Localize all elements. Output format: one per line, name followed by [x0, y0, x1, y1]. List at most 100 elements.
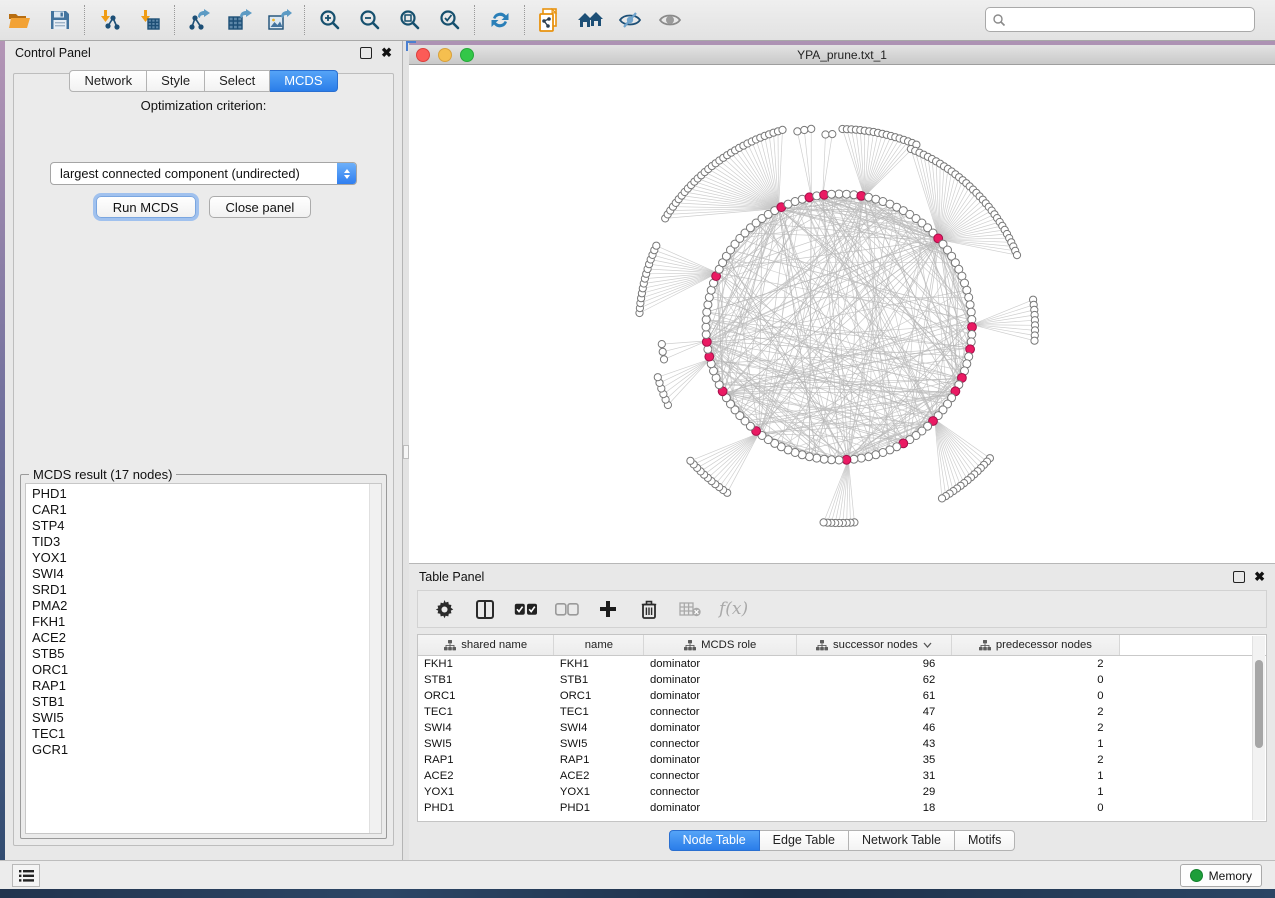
cell-successor_nodes[interactable]: 18: [796, 800, 951, 816]
cell-successor_nodes[interactable]: 43: [796, 736, 951, 752]
tab-network[interactable]: Network: [69, 70, 147, 92]
export-image-icon[interactable]: [260, 3, 300, 37]
cell-predecessor_nodes[interactable]: 1: [951, 736, 1119, 752]
cell-shared_name[interactable]: SWI5: [418, 736, 554, 752]
cell-predecessor_nodes[interactable]: 0: [951, 800, 1119, 816]
result-node-item[interactable]: ORC1: [32, 662, 381, 678]
cell-predecessor_nodes[interactable]: 2: [951, 752, 1119, 768]
optimization-criterion-select[interactable]: largest connected component (undirected): [50, 162, 357, 185]
new-network-from-selection-icon[interactable]: [530, 3, 570, 37]
cell-shared_name[interactable]: SWI4: [418, 720, 554, 736]
tab-mcds[interactable]: MCDS: [270, 70, 337, 92]
result-node-item[interactable]: PMA2: [32, 598, 381, 614]
cell-name[interactable]: SWI5: [554, 736, 644, 752]
run-mcds-button[interactable]: Run MCDS: [96, 196, 196, 218]
cell-name[interactable]: FKH1: [554, 656, 644, 673]
table-settings-gear-icon[interactable]: [432, 596, 456, 622]
cell-predecessor_nodes[interactable]: 0: [951, 672, 1119, 688]
column-header-shared-name[interactable]: shared name: [418, 635, 554, 656]
tab-select[interactable]: Select: [205, 70, 270, 92]
column-header-name[interactable]: name: [554, 635, 644, 656]
column-header-successor-nodes[interactable]: successor nodes: [796, 635, 951, 656]
column-header-predecessor-nodes[interactable]: predecessor nodes: [951, 635, 1119, 656]
cell-name[interactable]: TEC1: [554, 704, 644, 720]
table-row-ORC1[interactable]: ORC1ORC1dominator610: [418, 688, 1266, 704]
houses-icon[interactable]: [570, 3, 610, 37]
zoom-fit-icon[interactable]: [390, 3, 430, 37]
cell-mcds_role[interactable]: dominator: [644, 688, 797, 704]
zoom-in-icon[interactable]: [310, 3, 350, 37]
cell-predecessor_nodes[interactable]: 1: [951, 784, 1119, 800]
result-list-scrollbar[interactable]: [369, 484, 381, 833]
cell-predecessor_nodes[interactable]: 0: [951, 688, 1119, 704]
cell-shared_name[interactable]: RAP1: [418, 752, 554, 768]
deselect-all-checkboxes-icon[interactable]: [555, 596, 579, 622]
export-network-icon[interactable]: [180, 3, 220, 37]
table-row-FKH1[interactable]: FKH1FKH1dominator962: [418, 656, 1266, 673]
zoom-out-icon[interactable]: [350, 3, 390, 37]
task-history-button[interactable]: [12, 864, 40, 887]
zoom-traffic-light[interactable]: [460, 48, 474, 62]
cell-successor_nodes[interactable]: 29: [796, 784, 951, 800]
table-row-YOX1[interactable]: YOX1YOX1connector291: [418, 784, 1266, 800]
cell-successor_nodes[interactable]: 47: [796, 704, 951, 720]
close-icon[interactable]: ✖: [1254, 572, 1265, 582]
show-details-eye-icon[interactable]: [650, 3, 690, 37]
table-row-SWI5[interactable]: SWI5SWI5connector431: [418, 736, 1266, 752]
result-node-item[interactable]: CAR1: [32, 502, 381, 518]
save-session-icon[interactable]: [40, 3, 80, 37]
network-canvas[interactable]: [409, 65, 1275, 563]
cell-shared_name[interactable]: STB1: [418, 672, 554, 688]
result-node-item[interactable]: SRD1: [32, 582, 381, 598]
cell-shared_name[interactable]: YOX1: [418, 784, 554, 800]
zoom-selected-icon[interactable]: [430, 3, 470, 37]
open-file-icon[interactable]: [0, 3, 40, 37]
tab-style[interactable]: Style: [147, 70, 205, 92]
close-traffic-light[interactable]: [416, 48, 430, 62]
cell-mcds_role[interactable]: connector: [644, 768, 797, 784]
delete-column-trash-icon[interactable]: [637, 596, 661, 622]
result-node-item[interactable]: GCR1: [32, 742, 381, 758]
result-node-item[interactable]: SWI5: [32, 710, 381, 726]
select-all-checkboxes-icon[interactable]: [514, 596, 538, 622]
cell-successor_nodes[interactable]: 96: [796, 656, 951, 673]
minimize-traffic-light[interactable]: [438, 48, 452, 62]
result-node-item[interactable]: TID3: [32, 534, 381, 550]
close-panel-button[interactable]: Close panel: [209, 196, 312, 218]
cell-predecessor_nodes[interactable]: 2: [951, 704, 1119, 720]
hide-details-eye-slash-icon[interactable]: [610, 3, 650, 37]
cell-mcds_role[interactable]: connector: [644, 736, 797, 752]
show-columns-icon[interactable]: [473, 596, 497, 622]
refresh-icon[interactable]: [480, 3, 520, 37]
result-node-item[interactable]: SWI4: [32, 566, 381, 582]
cell-shared_name[interactable]: PHD1: [418, 800, 554, 816]
result-node-item[interactable]: PHD1: [32, 486, 381, 502]
cell-name[interactable]: SWI4: [554, 720, 644, 736]
table-scrollbar[interactable]: [1252, 636, 1265, 820]
cell-name[interactable]: PHD1: [554, 800, 644, 816]
tab-node-table[interactable]: Node Table: [669, 830, 760, 851]
table-row-RAP1[interactable]: RAP1RAP1dominator352: [418, 752, 1266, 768]
cell-name[interactable]: YOX1: [554, 784, 644, 800]
tab-network-table[interactable]: Network Table: [849, 830, 955, 851]
cell-shared_name[interactable]: ACE2: [418, 768, 554, 784]
cell-mcds_role[interactable]: dominator: [644, 720, 797, 736]
cell-mcds_role[interactable]: connector: [644, 784, 797, 800]
cell-successor_nodes[interactable]: 62: [796, 672, 951, 688]
table-row-TEC1[interactable]: TEC1TEC1connector472: [418, 704, 1266, 720]
cell-mcds_role[interactable]: connector: [644, 704, 797, 720]
cell-successor_nodes[interactable]: 61: [796, 688, 951, 704]
cell-name[interactable]: STB1: [554, 672, 644, 688]
result-node-item[interactable]: TEC1: [32, 726, 381, 742]
cell-successor_nodes[interactable]: 35: [796, 752, 951, 768]
result-node-item[interactable]: STB1: [32, 694, 381, 710]
tab-motifs[interactable]: Motifs: [955, 830, 1015, 851]
cell-name[interactable]: ACE2: [554, 768, 644, 784]
mcds-result-list[interactable]: PHD1CAR1STP4TID3YOX1SWI4SRD1PMA2FKH1ACE2…: [25, 483, 382, 834]
table-row-SWI4[interactable]: SWI4SWI4dominator462: [418, 720, 1266, 736]
cell-mcds_role[interactable]: dominator: [644, 672, 797, 688]
add-column-plus-icon[interactable]: [596, 596, 620, 622]
export-table-icon[interactable]: [220, 3, 260, 37]
cell-predecessor_nodes[interactable]: 1: [951, 768, 1119, 784]
table-row-PHD1[interactable]: PHD1PHD1dominator180: [418, 800, 1266, 816]
